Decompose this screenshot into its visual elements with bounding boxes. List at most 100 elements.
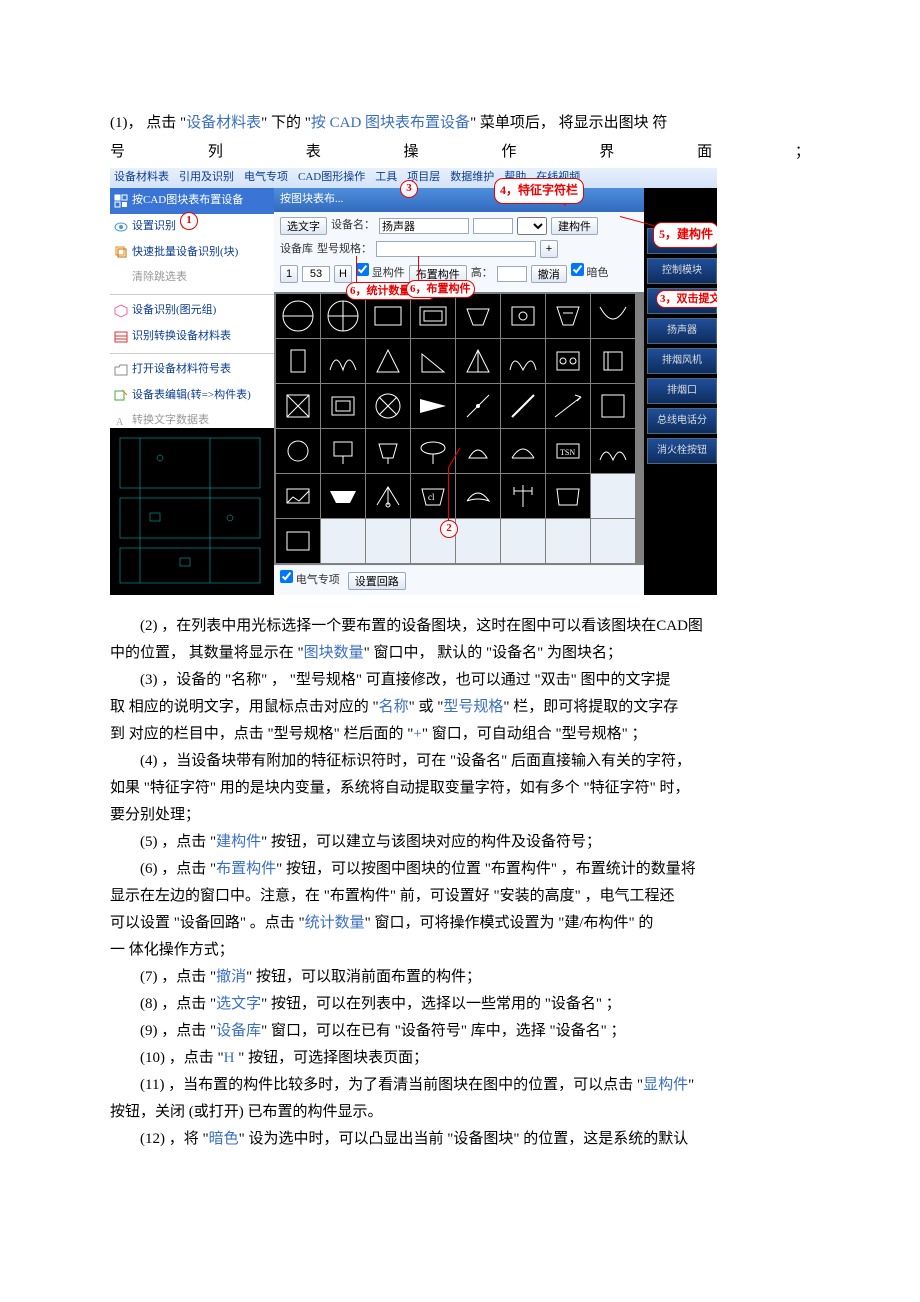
para-4b: 如果 "特征字符" 用的是块内变量，系统将自动提取变量字符，如有多个 "特征字符… bbox=[110, 775, 810, 802]
folder-icon bbox=[114, 363, 128, 377]
devlib-label: 设备库 bbox=[280, 240, 313, 260]
block-cell[interactable]: TSN bbox=[546, 429, 590, 473]
block-cell[interactable] bbox=[411, 339, 455, 383]
sidebar-label: 设备识别(图元组) bbox=[132, 301, 216, 321]
sidebar-item-group[interactable]: 设备识别(图元组) bbox=[110, 298, 274, 324]
block-cell[interactable] bbox=[276, 384, 320, 428]
block-cell[interactable] bbox=[366, 294, 410, 338]
right-strip: 多线控制器 控制模块 扬声器 排烟风机 排烟口 总线电话分 消火栓按钮 bbox=[647, 228, 717, 464]
block-cell[interactable] bbox=[276, 519, 320, 563]
block-cell[interactable] bbox=[276, 339, 320, 383]
para-9: (9) ，点击 "设备库" 窗口，可以在已有 "设备符号" 库中，选择 "设备名… bbox=[110, 1018, 810, 1045]
sidebar-item-cad-block[interactable]: 按CAD图块表布置设备 bbox=[110, 188, 274, 214]
para-6d: 一 体化操作方式； bbox=[110, 937, 810, 964]
devname-input[interactable] bbox=[379, 218, 469, 234]
block-cell[interactable] bbox=[321, 294, 365, 338]
block-cell[interactable] bbox=[321, 384, 365, 428]
dianqi-checkbox[interactable]: 电气专项 bbox=[280, 570, 340, 591]
height-input[interactable] bbox=[497, 266, 527, 282]
menu-item[interactable]: 工具 bbox=[375, 168, 397, 188]
block-cell[interactable] bbox=[546, 474, 590, 518]
block-cell-empty bbox=[321, 519, 365, 563]
feature-select[interactable] bbox=[517, 217, 547, 235]
sidebar-item-batch[interactable]: 快速批量设备识别(块) bbox=[110, 240, 274, 266]
table-icon bbox=[114, 330, 128, 344]
plus-button[interactable]: + bbox=[540, 240, 558, 258]
block-cell[interactable] bbox=[321, 429, 365, 473]
sidebar-item-clear: 清除跳选表 bbox=[110, 265, 274, 291]
page-button[interactable]: 1 bbox=[280, 265, 298, 283]
pencil-table-icon bbox=[114, 388, 128, 402]
block-cell[interactable] bbox=[321, 474, 365, 518]
svg-text:A: A bbox=[116, 417, 124, 428]
block-cell[interactable] bbox=[411, 294, 455, 338]
hexagon-icon bbox=[114, 304, 128, 318]
callout-3-right: 3，双击提文字 bbox=[656, 290, 717, 308]
eye-icon bbox=[114, 220, 128, 234]
block-cell-empty bbox=[456, 519, 500, 563]
block-cell[interactable] bbox=[546, 294, 590, 338]
build-component-button[interactable]: 建构件 bbox=[551, 217, 598, 235]
menu-item[interactable]: 引用及识别 bbox=[179, 168, 234, 188]
block-cell[interactable] bbox=[366, 429, 410, 473]
sidebar-label: 设置识别 bbox=[132, 217, 176, 237]
callout-6b: 6，布置构件 bbox=[406, 280, 475, 298]
block-cell[interactable] bbox=[456, 429, 500, 473]
block-cell[interactable] bbox=[591, 384, 635, 428]
right-button[interactable]: 扬声器 bbox=[647, 318, 717, 344]
para-11b: 按钮，关闭 (或打开) 已布置的构件显示。 bbox=[110, 1099, 810, 1126]
sidebar-item-open[interactable]: 打开设备材料符号表 bbox=[110, 357, 274, 383]
para-11a: (11) ，当布置的构件比较多时，为了看清当前图块在图中的位置，可以点击 "显构… bbox=[110, 1072, 810, 1099]
undo-button[interactable]: 撤消 bbox=[531, 265, 567, 283]
block-cell[interactable] bbox=[456, 474, 500, 518]
right-button[interactable]: 排烟风机 bbox=[647, 348, 717, 374]
block-cell[interactable] bbox=[321, 339, 365, 383]
block-cell[interactable] bbox=[501, 384, 545, 428]
devname-label: 设备名： bbox=[331, 216, 375, 236]
block-cell[interactable] bbox=[456, 384, 500, 428]
select-text-button[interactable]: 选文字 bbox=[280, 217, 327, 235]
intro-line-1: (1)， 点击 "设备材料表" 下的 "按 CAD 图块表布置设备" 菜单项后，… bbox=[110, 110, 810, 137]
block-cell[interactable] bbox=[456, 294, 500, 338]
block-cell[interactable] bbox=[591, 294, 635, 338]
feature-char-input[interactable] bbox=[473, 218, 513, 234]
menu-item[interactable]: 设备材料表 bbox=[114, 168, 169, 188]
callout-line bbox=[448, 468, 449, 520]
block-cell[interactable] bbox=[546, 384, 590, 428]
block-cell[interactable] bbox=[366, 339, 410, 383]
block-cell[interactable] bbox=[366, 474, 410, 518]
para-6b: 显示在左边的窗口中。注意，在 "布置构件" 前，可设置好 "安装的高度" ，电气… bbox=[110, 883, 810, 910]
block-cell[interactable] bbox=[591, 429, 635, 473]
menu-item[interactable]: CAD图形操作 bbox=[298, 168, 365, 188]
sidebar-item-edit[interactable]: 设备表编辑(转=>构件表) bbox=[110, 383, 274, 409]
block-cell[interactable] bbox=[276, 429, 320, 473]
para-4c: 要分别处理； bbox=[110, 802, 810, 829]
model-input[interactable] bbox=[376, 241, 536, 257]
para-7: (7) ，点击 "撤消" 按钮，可以取消前面布置的构件； bbox=[110, 964, 810, 991]
block-cell[interactable] bbox=[501, 339, 545, 383]
right-button[interactable]: 排烟口 bbox=[647, 378, 717, 404]
block-cell[interactable] bbox=[411, 384, 455, 428]
right-button[interactable]: 消火栓按钮 bbox=[647, 438, 717, 464]
menu-item[interactable]: 电气专项 bbox=[244, 168, 288, 188]
sidebar-item-convert[interactable]: 识别转换设备材料表 bbox=[110, 324, 274, 350]
count-input[interactable] bbox=[302, 266, 330, 282]
para-3c: 到 对应的栏目中，点击 "型号规格" 栏后面的 "+" 窗口，可自动组合 "型号… bbox=[110, 721, 810, 748]
stack-icon bbox=[114, 245, 128, 259]
h-button[interactable]: H bbox=[334, 265, 352, 283]
set-loop-button[interactable]: 设置回路 bbox=[348, 572, 406, 590]
menu-item[interactable]: 数据维护 bbox=[450, 168, 494, 188]
block-cell[interactable] bbox=[276, 474, 320, 518]
right-button[interactable]: 控制模块 bbox=[647, 258, 717, 284]
right-button[interactable]: 总线电话分 bbox=[647, 408, 717, 434]
block-cell[interactable] bbox=[366, 384, 410, 428]
block-cell[interactable] bbox=[456, 339, 500, 383]
block-cell[interactable] bbox=[501, 474, 545, 518]
para-6a: (6) ，点击 "布置构件" 按钮，可以按图中图块的位置 "布置构件" ，布置统… bbox=[110, 856, 810, 883]
block-cell[interactable] bbox=[501, 429, 545, 473]
block-cell[interactable] bbox=[591, 339, 635, 383]
block-cell[interactable] bbox=[501, 294, 545, 338]
block-cell[interactable] bbox=[546, 339, 590, 383]
block-cell[interactable] bbox=[276, 294, 320, 338]
dark-checkbox[interactable]: 暗色 bbox=[571, 263, 609, 284]
